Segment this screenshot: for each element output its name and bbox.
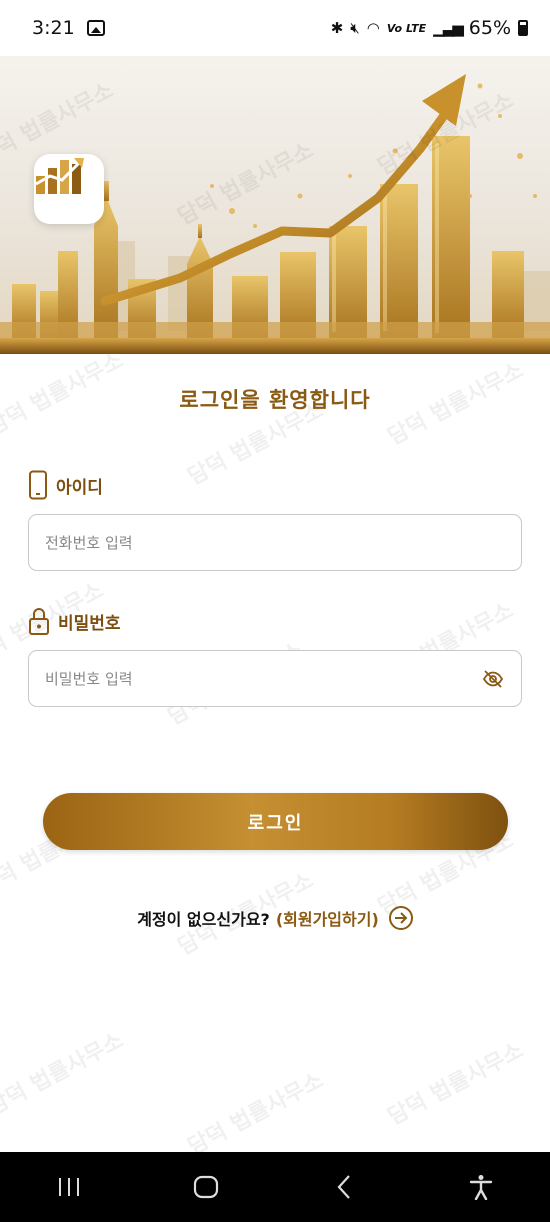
signup-row: 계정이 없으신가요? (회원가입하기) [0,906,550,930]
home-button[interactable] [176,1162,236,1212]
password-label-row: 비밀번호 [28,606,121,636]
welcome-title: 로그인을 환영합니다 [179,388,371,412]
signup-question: 계정이 없으신가요? [137,910,270,929]
watermark-text: 담덕 법률사무소 [184,1068,328,1152]
battery-icon [518,20,528,36]
wifi-icon: ◠ [366,19,380,37]
gallery-notification-icon [86,20,105,36]
watermark-text: 담덕 법률사무소 [384,1038,528,1131]
mute-icon: 🔇︎ [350,19,360,37]
phone-icon [29,470,47,500]
status-time: 3:21 [32,17,75,39]
recent-apps-icon [58,1178,79,1196]
back-icon [337,1175,350,1199]
accessibility-button[interactable] [451,1162,511,1212]
eye-off-icon[interactable] [480,666,505,692]
recent-apps-button[interactable] [39,1162,99,1212]
arrow-right-circle-icon[interactable] [388,906,413,930]
back-button[interactable] [314,1162,374,1212]
id-label-row: 아이디 [28,470,103,500]
logo-chart-icon [35,158,84,194]
signal-icon: ▁▃▅ [433,19,464,37]
phone-number-input[interactable] [45,533,505,552]
password-label: 비밀번호 [58,613,121,634]
bluetooth-icon: ✱ [330,19,344,37]
id-label: 아이디 [56,477,103,498]
network-type: Vo LTE [386,21,427,35]
android-nav-bar [0,1152,550,1222]
signup-link[interactable]: (회원가입하기) [276,906,379,930]
status-icons: ✱ 🔇︎ ◠ Vo LTE ▁▃▅ 65% [331,17,528,39]
lock-icon [29,608,49,635]
battery-percent: 65% [468,17,511,39]
hero-banner [0,46,550,354]
app-logo [34,154,104,224]
home-icon [194,1175,219,1199]
status-bar: 3:21 ✱ 🔇︎ ◠ Vo LTE ▁▃▅ 65% [0,0,550,56]
id-input-box[interactable] [28,514,522,571]
login-button[interactable]: 로그인 [43,793,508,850]
password-input[interactable] [45,669,481,688]
password-input-box[interactable] [28,650,522,707]
accessibility-icon [470,1175,493,1200]
watermark-text: 담덕 법률사무소 [0,1028,128,1121]
